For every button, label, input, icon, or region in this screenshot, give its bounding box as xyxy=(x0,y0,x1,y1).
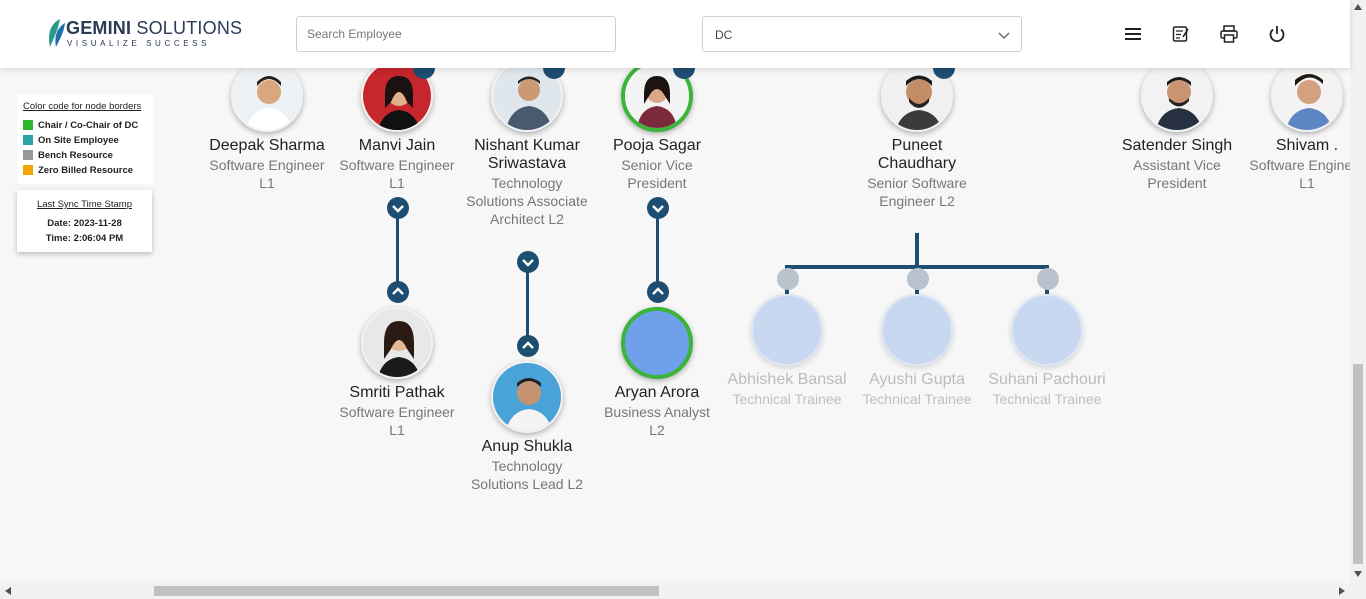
person-photo-icon xyxy=(1273,62,1341,130)
avatar[interactable] xyxy=(881,294,953,366)
expand-parent-toggle[interactable] xyxy=(647,281,669,303)
person-photo-icon xyxy=(363,309,431,377)
sync-title: Last Sync Time Stamp xyxy=(36,199,133,210)
employee-role: Senior Vice President xyxy=(621,157,693,191)
avatar[interactable] xyxy=(1141,60,1213,132)
person-photo-icon xyxy=(493,363,561,431)
legend-label: Zero Billed Resource xyxy=(38,165,134,176)
gemini-logo[interactable]: GEMINI SOLUTIONS VISUALIZE SUCCESS xyxy=(46,16,242,52)
employee-role: Software Engineer L1 xyxy=(339,404,455,438)
legend-swatch xyxy=(23,165,33,175)
chevron-down-icon xyxy=(392,205,404,213)
connector-line xyxy=(915,233,919,268)
legend-swatch xyxy=(23,150,33,160)
avatar[interactable] xyxy=(751,294,823,366)
employee-role: Technical Trainee xyxy=(732,391,842,407)
avatar[interactable] xyxy=(231,60,303,132)
person-photo-icon xyxy=(233,62,301,130)
menu-icon[interactable] xyxy=(1123,24,1143,44)
chevron-up-icon xyxy=(522,341,534,349)
horizontal-scrollbar[interactable] xyxy=(0,583,1366,599)
employee-role: Business Analyst L2 xyxy=(604,404,710,438)
expand-parent-toggle[interactable] xyxy=(1037,268,1059,290)
employee-role: Software Engineer L1 xyxy=(339,157,455,191)
chevron-down-icon xyxy=(522,259,534,267)
employee-role: Software Engineer L1 xyxy=(1249,157,1365,191)
employee-name: Deepak Sharma xyxy=(209,137,325,154)
vertical-scrollbar[interactable] xyxy=(1350,0,1366,583)
department-select[interactable]: DC xyxy=(702,16,1022,52)
employee-name: Nishant Kumar Sriwastava xyxy=(474,137,580,172)
search-employee-input[interactable] xyxy=(296,16,616,52)
legend-label: Bench Resource xyxy=(38,150,113,161)
department-select-value: DC xyxy=(715,28,733,42)
last-sync-card: Last Sync Time Stamp Date: 2023-11-28 Ti… xyxy=(17,190,152,252)
print-icon[interactable] xyxy=(1219,24,1239,44)
employee-name: Satender Singh xyxy=(1121,137,1233,154)
scroll-left-arrow-icon[interactable] xyxy=(5,587,11,595)
legend-swatch xyxy=(23,120,33,130)
employee-name: Aryan Arora xyxy=(614,384,700,401)
expand-parent-toggle[interactable] xyxy=(777,268,799,290)
collapse-toggle[interactable] xyxy=(517,251,539,273)
employee-role: Assistant Vice President xyxy=(1133,157,1221,191)
leaf-icon xyxy=(49,19,65,47)
employee-name: Manvi Jain xyxy=(358,137,436,154)
power-icon[interactable] xyxy=(1267,24,1287,44)
chevron-down-icon xyxy=(998,32,1010,39)
horizontal-scroll-thumb[interactable] xyxy=(154,586,659,596)
legend-label: Chair / Co-Chair of DC xyxy=(38,120,139,131)
logo-brand: GEMINI SOLUTIONS xyxy=(66,18,243,38)
vertical-scroll-thumb[interactable] xyxy=(1353,364,1363,564)
logo-tagline: VISUALIZE SUCCESS xyxy=(67,39,211,48)
employee-name: Anup Shukla xyxy=(481,438,573,455)
avatar[interactable] xyxy=(621,307,693,379)
sync-date: Date: 2023-11-28 xyxy=(47,218,122,229)
employee-name: Pooja Sagar xyxy=(612,137,702,154)
employee-role: Technical Trainee xyxy=(992,391,1102,407)
scroll-down-arrow-icon[interactable] xyxy=(1354,571,1362,577)
checklist-icon[interactable] xyxy=(1171,24,1191,44)
legend-swatch xyxy=(23,135,33,145)
employee-role: Technical Trainee xyxy=(862,391,972,407)
employee-role: Technology Solutions Associate Architect… xyxy=(466,175,588,227)
avatar[interactable] xyxy=(1271,60,1343,132)
employee-name: Ayushi Gupta xyxy=(869,371,965,388)
collapse-toggle[interactable] xyxy=(647,197,669,219)
chevron-down-icon xyxy=(652,205,664,213)
top-header: GEMINI SOLUTIONS VISUALIZE SUCCESS DC xyxy=(0,0,1350,68)
employee-name: Shivam . xyxy=(1275,137,1339,154)
scroll-up-arrow-icon[interactable] xyxy=(1354,4,1362,10)
scroll-right-arrow-icon[interactable] xyxy=(1339,587,1345,595)
expand-parent-toggle[interactable] xyxy=(517,335,539,357)
chevron-up-icon xyxy=(652,287,664,295)
expand-parent-toggle[interactable] xyxy=(907,268,929,290)
border-color-legend: Color code for node borders Chair / Co-C… xyxy=(17,94,153,184)
employee-role: Software Engineer L1 xyxy=(209,157,325,191)
expand-parent-toggle[interactable] xyxy=(387,281,409,303)
legend-label: On Site Employee xyxy=(38,135,119,146)
person-photo-icon xyxy=(1143,62,1211,130)
employee-name: Abhishek Bansal xyxy=(727,371,847,388)
employee-name: Puneet Chaudhary xyxy=(877,137,957,172)
collapse-toggle[interactable] xyxy=(387,197,409,219)
employee-name: Smriti Pathak xyxy=(349,384,445,401)
avatar[interactable] xyxy=(361,307,433,379)
avatar[interactable] xyxy=(1011,294,1083,366)
employee-role: Technology Solutions Lead L2 xyxy=(470,458,584,492)
legend-title: Color code for node borders xyxy=(23,101,142,112)
avatar[interactable] xyxy=(491,361,563,433)
employee-role: Senior Software Engineer L2 xyxy=(867,175,967,209)
chevron-up-icon xyxy=(392,287,404,295)
employee-name: Suhani Pachouri xyxy=(988,371,1106,388)
sync-time: Time: 2:06:04 PM xyxy=(45,233,124,244)
